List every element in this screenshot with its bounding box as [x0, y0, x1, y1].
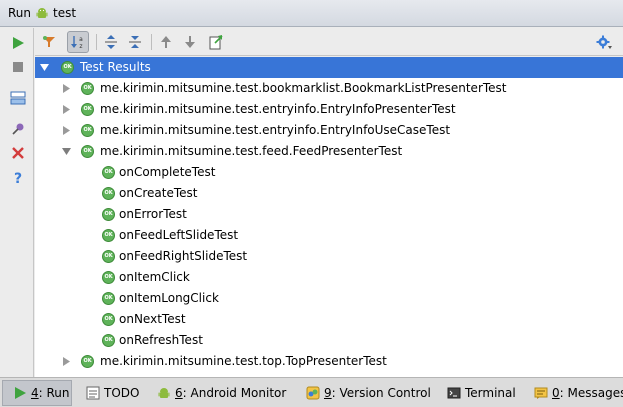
sort-alpha-icon[interactable]: az — [67, 31, 89, 53]
test-method-row[interactable]: OK onErrorTest — [35, 204, 623, 225]
stop-icon[interactable] — [7, 56, 29, 78]
test-class-label: me.kirimin.mitsumine.test.feed.FeedPrese… — [100, 144, 403, 158]
pin-icon[interactable] — [7, 118, 29, 140]
collapse-all-icon[interactable] — [124, 31, 146, 53]
vcs-icon — [306, 386, 320, 400]
collapsed-arrow-icon[interactable] — [61, 125, 71, 135]
test-class-label: me.kirimin.mitsumine.test.entryinfo.Entr… — [100, 123, 451, 137]
collapsed-arrow-icon[interactable] — [61, 83, 71, 93]
todo-icon — [86, 386, 100, 400]
test-class-label: me.kirimin.mitsumine.test.entryinfo.Entr… — [100, 102, 456, 116]
test-passed-icon: OK — [102, 166, 115, 179]
expanded-arrow-icon[interactable] — [61, 146, 71, 156]
test-class-row[interactable]: OK me.kirimin.mitsumine.test.top.TopPrese… — [35, 351, 623, 372]
test-passed-icon: OK — [61, 61, 74, 74]
test-method-row[interactable]: OK onCreateTest — [35, 183, 623, 204]
tab-run[interactable]: 4: Run — [2, 380, 72, 406]
test-method-label: onCompleteTest — [119, 165, 216, 179]
test-class-row[interactable]: OK me.kirimin.mitsumine.test.entryinfo.En… — [35, 99, 623, 120]
test-runner-toolbar: az — [35, 28, 623, 56]
test-passed-icon: OK — [102, 187, 115, 200]
test-class-label: me.kirimin.mitsumine.test.top.TopPresent… — [100, 354, 387, 368]
tab-mnemonic: 6 — [175, 386, 183, 400]
test-passed-icon: OK — [102, 208, 115, 221]
test-method-label: onRefreshTest — [119, 333, 203, 347]
collapsed-arrow-icon[interactable] — [61, 356, 71, 366]
test-passed-icon: OK — [81, 82, 94, 95]
android-icon — [157, 386, 171, 400]
test-method-row[interactable]: OK onItemLongClick — [35, 288, 623, 309]
test-method-label: onCreateTest — [119, 186, 198, 200]
test-method-row[interactable]: OK onFeedLeftSlideTest — [35, 225, 623, 246]
svg-text:a: a — [79, 36, 83, 43]
terminal-icon — [447, 386, 461, 400]
test-passed-icon: OK — [102, 229, 115, 242]
test-class-row[interactable]: OK me.kirimin.mitsumine.test.bookmarklist… — [35, 78, 623, 99]
test-passed-icon: OK — [102, 292, 115, 305]
rerun-icon[interactable] — [7, 32, 29, 54]
test-passed-icon: OK — [81, 145, 94, 158]
tool-window-name: Run — [8, 6, 32, 20]
close-icon[interactable] — [7, 142, 29, 164]
tab-label: : Version Control — [331, 386, 431, 400]
test-passed-icon: OK — [102, 250, 115, 263]
run-icon — [13, 386, 27, 400]
messages-icon — [534, 386, 548, 400]
tab-android-monitor[interactable]: 6: Android Monitor — [157, 380, 286, 406]
test-class-row[interactable]: OK me.kirimin.mitsumine.test.feed.FeedPre… — [35, 141, 623, 162]
test-passed-icon: OK — [102, 271, 115, 284]
settings-icon[interactable] — [593, 31, 615, 53]
test-method-row[interactable]: OK onItemClick — [35, 267, 623, 288]
tab-mnemonic: 9 — [324, 386, 332, 400]
layout-icon[interactable] — [7, 87, 29, 109]
test-results-tree[interactable]: OK Test Results OK me.kirimin.mitsumine.t… — [35, 57, 623, 377]
tab-label: : Run — [38, 386, 70, 400]
tab-label: : Android Monitor — [182, 386, 287, 400]
test-method-label: onItemClick — [119, 270, 190, 284]
svg-text:?: ? — [14, 171, 22, 185]
test-class-label: me.kirimin.mitsumine.test.bookmarklist.B… — [100, 81, 507, 95]
tree-root-label: Test Results — [80, 60, 151, 74]
android-icon — [35, 6, 49, 20]
tab-label: TODO — [104, 386, 140, 400]
test-method-label: onNextTest — [119, 312, 186, 326]
tree-root-row[interactable]: OK Test Results — [35, 57, 623, 78]
tab-version-control[interactable]: 9: Version Control — [306, 380, 431, 406]
test-method-label: onFeedLeftSlideTest — [119, 228, 239, 242]
test-method-row[interactable]: OK onRefreshTest — [35, 330, 623, 351]
test-method-label: onErrorTest — [119, 207, 187, 221]
test-method-row[interactable]: OK onCompleteTest — [35, 162, 623, 183]
tab-mnemonic: 4 — [31, 386, 39, 400]
test-passed-icon: OK — [102, 313, 115, 326]
filter-passed-icon[interactable] — [38, 31, 60, 53]
svg-text:z: z — [79, 43, 82, 50]
tool-window-bar: 4: Run TODO 6: Android Monitor 9: Versio… — [0, 377, 623, 407]
run-config-name: test — [53, 6, 77, 20]
run-tool-window-title: Run test — [0, 0, 623, 27]
test-class-row[interactable]: OK me.kirimin.mitsumine.test.entryinfo.En… — [35, 120, 623, 141]
tab-todo[interactable]: TODO — [86, 380, 139, 406]
prev-failed-icon[interactable] — [155, 31, 177, 53]
test-method-label: onFeedRightSlideTest — [119, 249, 248, 263]
collapsed-arrow-icon[interactable] — [61, 104, 71, 114]
help-icon[interactable]: ? — [7, 167, 29, 189]
tab-label: : Messages — [559, 386, 623, 400]
tab-terminal[interactable]: Terminal — [447, 380, 516, 406]
tab-messages[interactable]: 0: Messages — [534, 380, 623, 406]
test-method-row[interactable]: OK onNextTest — [35, 309, 623, 330]
test-passed-icon: OK — [81, 103, 94, 116]
run-side-toolbar: ? — [0, 28, 34, 377]
expand-toggle-icon[interactable] — [39, 62, 49, 72]
tab-label: Terminal — [465, 386, 516, 400]
test-method-label: onItemLongClick — [119, 291, 219, 305]
tab-mnemonic: 0 — [552, 386, 560, 400]
next-failed-icon[interactable] — [179, 31, 201, 53]
test-passed-icon: OK — [102, 334, 115, 347]
test-method-row[interactable]: OK onFeedRightSlideTest — [35, 246, 623, 267]
test-passed-icon: OK — [81, 355, 94, 368]
export-icon[interactable] — [205, 31, 227, 53]
test-passed-icon: OK — [81, 124, 94, 137]
expand-all-icon[interactable] — [100, 31, 122, 53]
